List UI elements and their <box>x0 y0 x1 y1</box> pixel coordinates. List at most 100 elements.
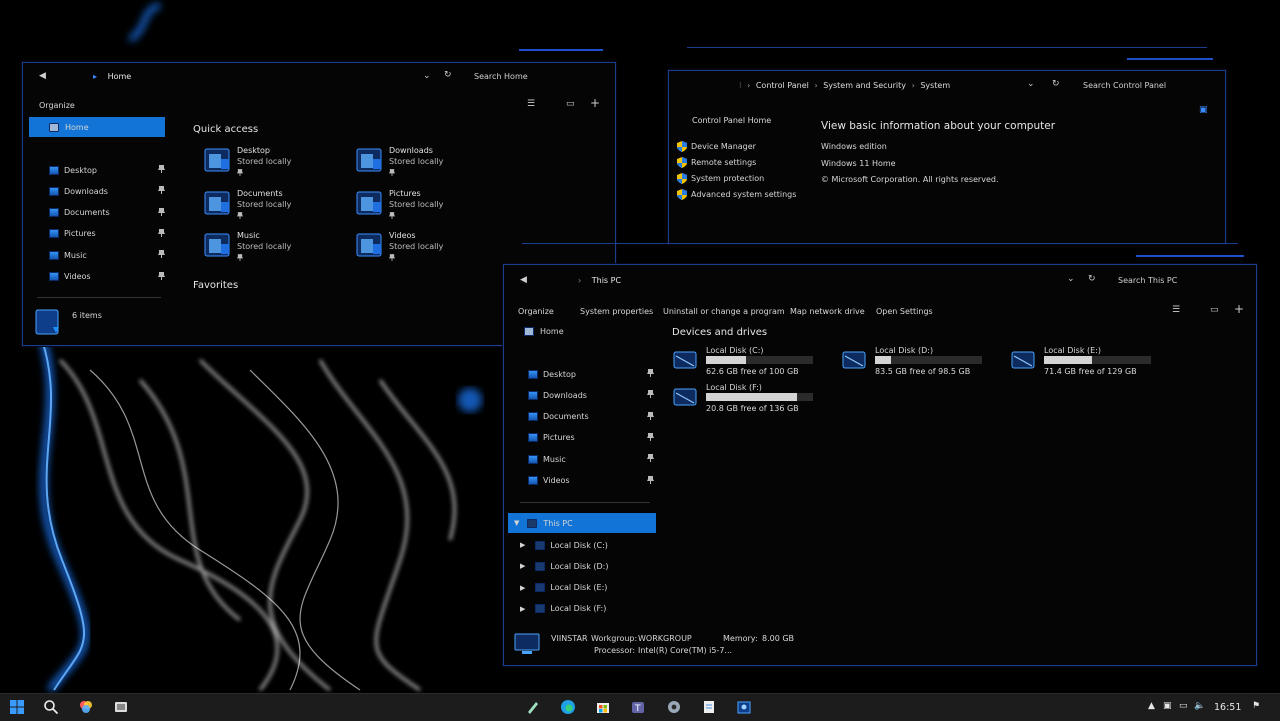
network-icon[interactable]: ▣ <box>1163 701 1172 711</box>
control-panel-home-link[interactable]: Control Panel Home <box>692 116 771 125</box>
search-input[interactable]: Search Control Panel <box>1083 81 1166 90</box>
sidebar-item-local-disk-c[interactable]: ▶ Local Disk (C:) <box>520 537 650 553</box>
pin-icon <box>237 169 243 176</box>
desktop-folder-icon <box>49 165 59 175</box>
sidebar-item-downloads[interactable]: Downloads <box>49 183 165 199</box>
file-explorer-icon[interactable] <box>736 699 752 715</box>
chevron-right-icon[interactable]: ▶ <box>520 605 525 613</box>
start-windows-icon[interactable] <box>9 699 25 715</box>
sidebar-item-home[interactable]: Home <box>29 117 165 137</box>
refresh-icon[interactable]: ↻ <box>1052 79 1060 89</box>
quick-access-item-name[interactable]: Videos <box>389 231 416 240</box>
system-properties-button[interactable]: System properties <box>580 307 653 316</box>
quick-access-item-name[interactable]: Downloads <box>389 146 433 155</box>
sidebar-item-videos[interactable]: Videos <box>49 269 165 285</box>
quick-access-item-name[interactable]: Music <box>237 231 260 240</box>
open-settings-button[interactable]: Open Settings <box>876 307 933 316</box>
sidebar-item-pictures[interactable]: Pictures <box>528 430 654 446</box>
sidebar-item-local-disk-f[interactable]: ▶ Local Disk (F:) <box>520 601 650 617</box>
search-icon[interactable] <box>43 699 59 715</box>
quick-access-item-name[interactable]: Pictures <box>389 189 421 198</box>
details-pane-icon[interactable]: ▭ <box>1210 305 1219 315</box>
quick-access-item-location: Stored locally <box>237 242 292 251</box>
new-item-icon[interactable]: + <box>590 96 600 110</box>
task-view-icon[interactable] <box>113 699 129 715</box>
sidebar-item-downloads[interactable]: Downloads <box>528 387 654 403</box>
back-arrow-icon[interactable]: ◀ <box>39 71 46 81</box>
view-options-icon[interactable]: ☰ <box>527 99 535 109</box>
history-dropdown-icon[interactable]: ⌄ <box>423 71 431 81</box>
chevron-right-icon[interactable]: ▶ <box>520 584 525 592</box>
view-options-icon[interactable]: ☰ <box>1172 305 1180 315</box>
details-pane-icon[interactable]: ▭ <box>566 99 575 109</box>
pictures-folder-icon <box>49 229 59 239</box>
organize-button[interactable]: Organize <box>518 307 554 316</box>
sidebar-item-desktop[interactable]: Desktop <box>49 162 165 178</box>
pin-icon <box>647 454 654 463</box>
system-protection-link[interactable]: System protection <box>677 170 764 186</box>
sidebar-item-music[interactable]: Music <box>528 451 654 467</box>
sidebar-item-documents[interactable]: Documents <box>49 205 165 221</box>
search-input[interactable]: Search This PC <box>1118 276 1177 285</box>
device-manager-link[interactable]: Device Manager <box>677 138 756 154</box>
notepad-icon[interactable] <box>701 699 717 715</box>
uninstall-program-button[interactable]: Uninstall or change a program <box>663 307 785 316</box>
sidebar-item-local-disk-e[interactable]: ▶ Local Disk (E:) <box>520 580 650 596</box>
taskbar: T ▲ ▣ ▭ 🔈 16:51 ⚑ <box>0 693 1280 721</box>
sidebar-item-desktop[interactable]: Desktop <box>528 366 654 382</box>
quick-access-downloads-folder-icon[interactable] <box>355 145 385 175</box>
quick-access-item-name[interactable]: Desktop <box>237 146 270 155</box>
history-dropdown-icon[interactable]: ⌄ <box>1027 79 1035 89</box>
breadcrumb-item[interactable]: Control Panel <box>756 81 809 90</box>
breadcrumb[interactable]: ⁝ › Control Panel › System and Security … <box>739 81 950 90</box>
downloads-folder-icon <box>49 186 59 196</box>
sidebar-item-music[interactable]: Music <box>49 247 165 263</box>
edge-browser-icon[interactable] <box>560 699 576 715</box>
quick-access-pictures-folder-icon[interactable] <box>355 188 385 218</box>
breadcrumb[interactable]: › This PC <box>578 276 621 285</box>
show-hidden-icons-chevron-icon[interactable]: ▲ <box>1148 701 1155 711</box>
link-label: Advanced system settings <box>691 189 797 199</box>
refresh-icon[interactable]: ↻ <box>444 70 452 80</box>
search-input[interactable]: Search Home <box>474 72 528 81</box>
downloads-folder-icon <box>528 390 538 400</box>
title-bar-accent <box>1136 255 1244 257</box>
pen-app-icon[interactable] <box>525 699 541 715</box>
notification-bell-icon[interactable]: ⚑ <box>1252 701 1260 711</box>
quick-access-item-name[interactable]: Documents <box>237 189 283 198</box>
microsoft-store-icon[interactable] <box>595 699 611 715</box>
clock-time[interactable]: 16:51 <box>1214 702 1241 713</box>
sidebar-item-pictures[interactable]: Pictures <box>49 226 165 242</box>
help-icon[interactable]: ▣ <box>1199 105 1208 115</box>
quick-access-desktop-folder-icon[interactable] <box>203 145 233 175</box>
chevron-right-icon[interactable]: ▶ <box>520 541 525 549</box>
sidebar-item-home[interactable]: Home <box>524 323 652 339</box>
volume-icon[interactable]: 🔈 <box>1194 701 1205 711</box>
advanced-system-settings-link[interactable]: Advanced system settings <box>677 186 796 202</box>
remote-settings-link[interactable]: Remote settings <box>677 154 756 170</box>
new-item-icon[interactable]: + <box>1234 302 1244 316</box>
breadcrumb-item[interactable]: System <box>920 81 950 90</box>
sidebar-item-videos[interactable]: Videos <box>528 473 654 489</box>
refresh-icon[interactable]: ↻ <box>1088 274 1096 284</box>
breadcrumb[interactable]: ▸ Home <box>93 72 131 81</box>
desktop-folder-icon <box>528 369 538 379</box>
videos-folder-icon <box>49 272 59 281</box>
sidebar-item-local-disk-d[interactable]: ▶ Local Disk (D:) <box>520 558 650 574</box>
back-arrow-icon[interactable]: ◀ <box>520 275 527 285</box>
sidebar-item-this-pc[interactable]: ▼ This PC <box>508 513 656 533</box>
quick-access-music-folder-icon[interactable] <box>203 230 233 260</box>
quick-access-documents-folder-icon[interactable] <box>203 188 233 218</box>
breadcrumb-item[interactable]: System and Security <box>823 81 906 90</box>
settings-gear-icon[interactable] <box>666 699 682 715</box>
organize-button[interactable]: Organize <box>39 101 75 110</box>
display-icon[interactable]: ▭ <box>1179 701 1188 711</box>
widgets-icon[interactable] <box>78 699 94 715</box>
history-dropdown-icon[interactable]: ⌄ <box>1067 274 1075 284</box>
sidebar-item-documents[interactable]: Documents <box>528 409 654 425</box>
favorites-header: Favorites <box>193 280 239 291</box>
map-network-drive-button[interactable]: Map network drive <box>790 307 865 316</box>
chevron-right-icon[interactable]: ▶ <box>520 562 525 570</box>
quick-access-videos-folder-icon[interactable] <box>355 230 385 260</box>
teams-icon[interactable]: T <box>630 699 646 715</box>
